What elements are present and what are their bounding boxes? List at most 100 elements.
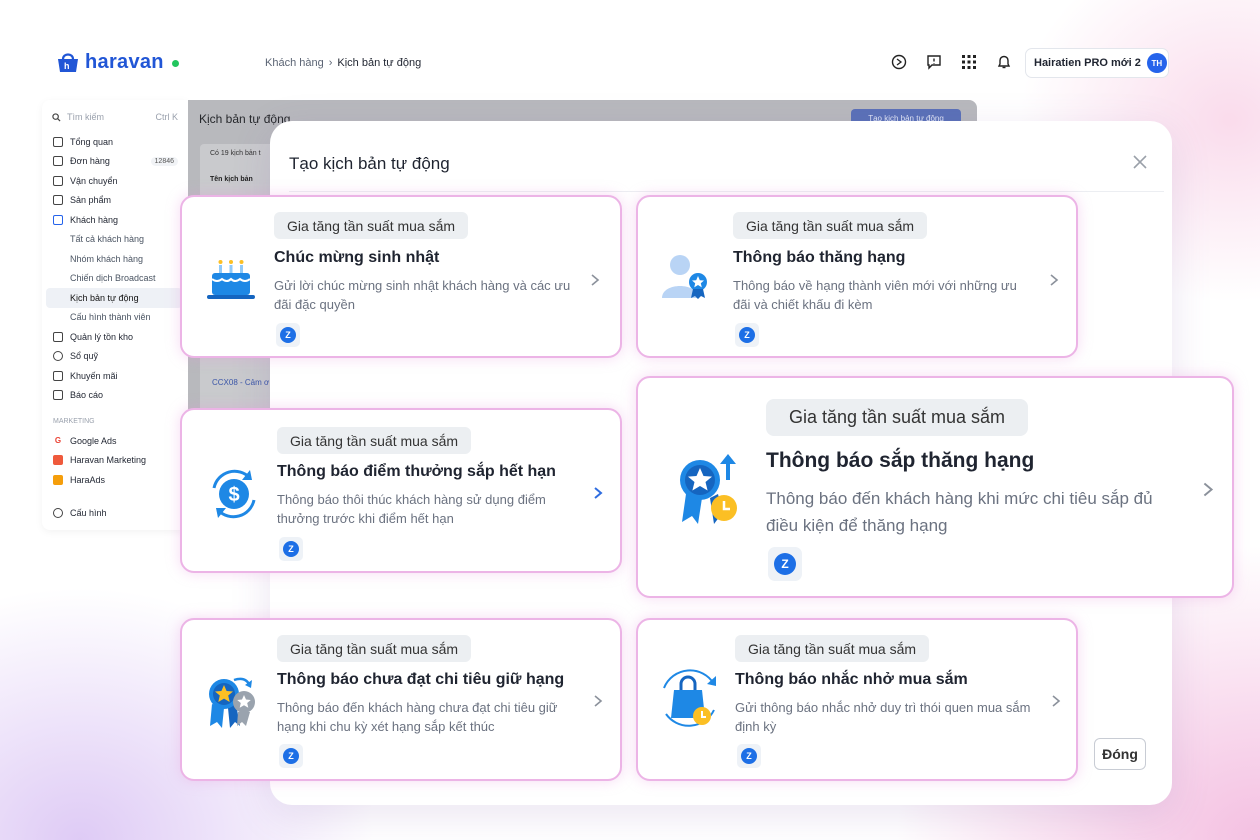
feedback-icon[interactable] (925, 53, 943, 71)
zalo-channel-icon: Z (279, 744, 303, 768)
zalo-channel-icon: Z (276, 323, 300, 347)
search-shortcut: Ctrl K (155, 112, 179, 122)
users-icon (53, 214, 63, 225)
shopping-bag-clock-icon (663, 669, 716, 727)
sidebar-item-haraads[interactable]: HaraAds (42, 470, 188, 490)
sidebar-item-promotions[interactable]: Khuyến mãi (42, 366, 188, 386)
breadcrumb: Khách hàng › Kịch bản tự động (265, 57, 421, 69)
category-tag: Gia tăng tần suất mua sắm (733, 212, 927, 239)
table-row: CCX08 - Cảm ơ (212, 378, 270, 387)
support-icon[interactable] (890, 53, 908, 71)
chevron-right-icon (1050, 274, 1059, 286)
sidebar-item-orders[interactable]: Đơn hàng 12846 (42, 152, 188, 172)
sidebar-item-label: Chiến dịch Broadcast (70, 273, 156, 284)
sidebar-item-inventory[interactable]: Quản lý tồn kho (42, 327, 188, 347)
sidebar-item-products[interactable]: Sản phẩm (42, 191, 188, 211)
category-tag: Gia tăng tần suất mua sắm (277, 427, 471, 454)
card-title: Thông báo chưa đạt chi tiêu giữ hạng (277, 671, 565, 688)
breadcrumb-customers[interactable]: Khách hàng (265, 57, 324, 69)
haravan-logo[interactable]: h haravan (55, 50, 179, 74)
sidebar-item-haravan-marketing[interactable]: Haravan Marketing (42, 451, 188, 471)
sidebar-item-label: Khuyến mãi (70, 370, 118, 381)
card-description: Thông báo về hạng thành viên mới với nhữ… (733, 278, 1017, 312)
scenario-card-near-rank-up[interactable]: Gia tăng tần suất mua sắm Thông báo sắp … (636, 376, 1234, 598)
sidebar-item-label: HaraAds (70, 474, 106, 485)
zalo-glyph: Z (283, 748, 299, 764)
page-title: Kịch bản tự động (199, 112, 291, 126)
sidebar-subitem-customer-groups[interactable]: Nhóm khách hàng (42, 249, 188, 269)
sidebar-subitem-automation[interactable]: Kịch bản tự động (46, 288, 182, 308)
logo-wordmark: haravan (85, 50, 164, 73)
sidebar-item-shipping[interactable]: Vận chuyển (42, 171, 188, 191)
haraads-icon (53, 474, 63, 485)
card-title: Chúc mừng sinh nhật (274, 249, 440, 266)
sidebar-marketing-heading: MARKETING (53, 417, 95, 425)
card-title: Thông báo sắp thăng hạng (766, 449, 1035, 472)
column-header-name: Tên kịch bản (210, 176, 253, 183)
sidebar-subitem-membership[interactable]: Cấu hình thành viên (42, 308, 188, 328)
apps-grid-icon[interactable] (960, 53, 978, 71)
sidebar-subitem-all-customers[interactable]: Tất cả khách hàng (42, 230, 188, 250)
zalo-channel-icon: Z (735, 323, 759, 347)
zalo-glyph: Z (283, 541, 299, 557)
modal-title: Tạo kịch bản tự động (289, 154, 450, 173)
sidebar-item-label: Đơn hàng (70, 156, 110, 167)
cash-icon (53, 351, 63, 362)
sidebar-item-label: Cấu hình (70, 508, 107, 519)
sidebar-item-label: Quản lý tồn kho (70, 331, 134, 342)
sidebar-item-settings[interactable]: Cấu hình (42, 504, 188, 524)
sidebar-item-label: Nhóm khách hàng (70, 253, 144, 264)
breadcrumb-separator: › (328, 57, 333, 69)
dollar-refresh-icon: $ (212, 469, 256, 519)
category-tag: Gia tăng tần suất mua sắm (274, 212, 468, 239)
zalo-glyph: Z (774, 553, 796, 575)
search-placeholder: Tìm kiếm (67, 112, 104, 122)
scenario-card-rank-up[interactable]: Gia tăng tần suất mua sắm Thông báo thăn… (636, 195, 1078, 358)
scenario-card-rank-retention[interactable]: Gia tăng tần suất mua sắm Thông báo chưa… (180, 618, 622, 781)
card-description: Thông báo thôi thúc khách hàng sử dụng đ… (277, 492, 546, 526)
close-button[interactable]: Đóng (1094, 738, 1146, 770)
automation-count: Có 19 kịch bản t (210, 150, 261, 157)
zalo-glyph: Z (280, 327, 296, 343)
sidebar-item-label: Kịch bản tự động (70, 292, 139, 303)
member-star-icon (662, 255, 707, 299)
gift-icon (53, 370, 63, 381)
close-icon[interactable] (1132, 154, 1148, 170)
avatar: TH (1146, 53, 1167, 73)
svg-text:h: h (64, 61, 70, 71)
sidebar-subitem-broadcast[interactable]: Chiến dịch Broadcast (42, 269, 188, 289)
zalo-glyph: Z (741, 748, 757, 764)
google-icon: G (53, 435, 63, 446)
card-title: Thông báo nhắc nhở mua sắm (735, 671, 968, 688)
scenario-card-points-expiring[interactable]: $ Gia tăng tần suất mua sắm Thông báo đi… (180, 408, 622, 573)
sidebar: Tìm kiếm Ctrl K Tổng quan Đơn hàng 12846 … (42, 100, 188, 530)
cart-icon (53, 156, 63, 167)
sidebar-item-label: Vận chuyển (70, 175, 118, 186)
sidebar-item-cashbook[interactable]: Sổ quỹ (42, 347, 188, 367)
sidebar-item-label: Tất cả khách hàng (70, 234, 145, 245)
sidebar-item-label: Sản phẩm (70, 195, 112, 206)
category-tag: Gia tăng tần suất mua sắm (766, 399, 1028, 436)
card-description: Thông báo đến khách hàng khi mức chi tiê… (766, 489, 1153, 535)
sidebar-item-google-ads[interactable]: G Google Ads (42, 431, 188, 451)
card-description: Gửi thông báo nhắc nhở duy trì thói quen… (735, 700, 1031, 734)
sidebar-item-reports[interactable]: Báo cáo (42, 386, 188, 406)
scenario-card-shopping-reminder[interactable]: Gia tăng tần suất mua sắm Thông báo nhắc… (636, 618, 1078, 781)
zalo-channel-icon: Z (279, 537, 303, 561)
header-actions (890, 53, 1013, 71)
chart-icon (53, 390, 63, 401)
truck-icon (53, 175, 63, 186)
scenario-card-birthday[interactable]: Gia tăng tần suất mua sắm Chúc mừng sinh… (180, 195, 622, 358)
haravan-logo-icon: h (58, 53, 78, 72)
zalo-channel-icon: Z (768, 547, 802, 581)
sidebar-item-customers[interactable]: Khách hàng (42, 210, 188, 230)
search-icon (52, 112, 61, 122)
chevron-right-icon (1052, 695, 1061, 707)
sidebar-item-label: Báo cáo (70, 390, 104, 401)
bell-icon[interactable] (995, 53, 1013, 71)
sidebar-item-overview[interactable]: Tổng quan (42, 132, 188, 152)
orders-count-badge: 12846 (150, 156, 178, 166)
category-tag: Gia tăng tần suất mua sắm (735, 635, 929, 662)
sidebar-search[interactable]: Tìm kiếm Ctrl K (52, 108, 178, 126)
account-menu[interactable]: Hairatien PRO mới 2 TH (1025, 48, 1169, 78)
